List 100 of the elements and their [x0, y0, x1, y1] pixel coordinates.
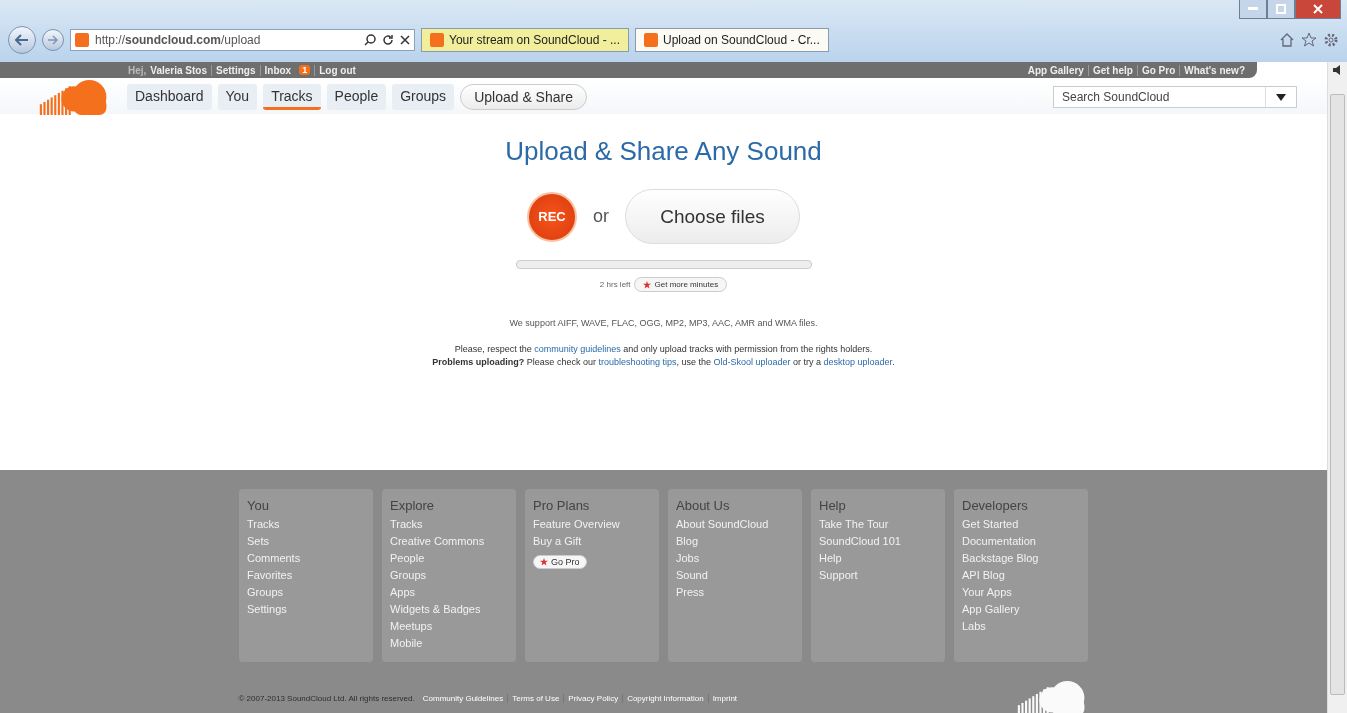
account-link[interactable]: Settings — [211, 64, 260, 76]
header-link[interactable]: Get help — [1087, 64, 1137, 76]
footer-link[interactable]: Labs — [962, 618, 986, 635]
footer-heading: Pro Plans — [533, 498, 590, 513]
inline-link[interactable]: desktop uploader — [823, 357, 893, 367]
footer-link[interactable]: API Blog — [962, 567, 1005, 584]
restore-icon — [1276, 4, 1286, 14]
footer-link[interactable]: Jobs — [676, 550, 700, 567]
footer-link[interactable]: SoundCloud 101 — [819, 533, 901, 550]
footer-link[interactable]: Buy a Gift — [533, 533, 582, 550]
footer-link[interactable]: Documentation — [962, 533, 1036, 550]
nav-tab[interactable]: People — [326, 84, 387, 110]
browser-tab[interactable]: Your stream on SoundCloud - ... — [421, 28, 629, 52]
footer-link[interactable]: People — [390, 550, 425, 567]
header-link[interactable]: App Gallery — [1023, 64, 1088, 76]
address-field[interactable]: http://soundcloud.com/upload — [70, 29, 415, 51]
legal-link[interactable]: Copyright Information — [622, 693, 708, 703]
header-link[interactable]: Go Pro — [1136, 64, 1180, 76]
footer-link[interactable]: Favorites — [247, 567, 293, 584]
info-paragraph: Please, respect the community guidelines and only upload tracks with permission from the rights holders. — [454, 344, 873, 354]
home-icon[interactable] — [1279, 32, 1295, 48]
footer-heading: You — [247, 498, 269, 513]
search-icon[interactable] — [364, 34, 376, 46]
footer-link[interactable]: Help — [819, 550, 842, 567]
footer-link[interactable]: Settings — [247, 601, 287, 618]
footer-heading: Explore — [390, 498, 435, 513]
footer-link[interactable]: Feature Overview — [533, 516, 620, 533]
or-text: or — [593, 206, 609, 227]
minimize-button[interactable] — [1239, 0, 1267, 19]
footer-link[interactable]: About SoundCloud — [676, 516, 769, 533]
time-left-text: 2 hrs left — [599, 280, 631, 289]
footer-link[interactable]: Tracks — [247, 516, 280, 533]
nav-tab[interactable]: Dashboard — [127, 84, 212, 110]
maximize-button[interactable] — [1267, 0, 1295, 19]
close-button[interactable] — [1295, 0, 1341, 19]
scrollbar[interactable] — [1327, 62, 1347, 713]
back-button[interactable] — [8, 26, 36, 54]
star-icon — [540, 558, 548, 566]
close-icon — [1313, 4, 1323, 14]
header-link[interactable]: What's new? — [1179, 64, 1249, 76]
forward-button[interactable] — [42, 29, 64, 51]
legal-link[interactable]: Privacy Policy — [563, 693, 623, 703]
footer-link[interactable]: Mobile — [390, 635, 423, 652]
footer-link[interactable]: Apps — [390, 584, 416, 601]
footer-link[interactable]: Blog — [676, 533, 699, 550]
info-paragraph: Problems uploading? Please check our troubleshooting tips, use the Old-Skool uploader or try a desktop uploader. — [432, 357, 895, 367]
footer-link[interactable]: Your Apps — [962, 584, 1012, 601]
footer-heading: Help — [819, 498, 846, 513]
nav-tab[interactable]: Groups — [392, 84, 455, 110]
go-pro-button[interactable]: Go Pro — [533, 555, 587, 569]
footer-link[interactable]: Press — [676, 584, 705, 601]
footer-link[interactable]: Groups — [247, 584, 284, 601]
footer-link[interactable]: App Gallery — [962, 601, 1020, 618]
footer-link[interactable]: Widgets & Badges — [390, 601, 481, 618]
nav-tab[interactable]: You — [217, 84, 258, 110]
record-button[interactable]: REC — [527, 191, 577, 242]
inline-link[interactable]: community guidelines — [534, 344, 621, 354]
footer-link[interactable]: Groups — [390, 567, 427, 584]
get-more-minutes-button[interactable]: Get more minutes — [633, 277, 728, 292]
footer-link[interactable]: Get Started — [962, 516, 1019, 533]
upload-share-button[interactable]: Upload & Share — [460, 84, 587, 110]
logout-link[interactable]: Log out — [314, 64, 360, 76]
footer-link[interactable]: Meetups — [390, 618, 433, 635]
inbox-count-badge: 1 — [299, 65, 311, 75]
footer-heading: Developers — [962, 498, 1028, 513]
legal-link[interactable]: Community Guidelines — [418, 693, 508, 703]
star-icon — [642, 280, 651, 289]
page-title: Upload & Share Any Sound — [505, 136, 822, 167]
choose-files-button[interactable]: Choose files — [625, 189, 800, 244]
greeting-text: Hej, — [127, 64, 148, 76]
back-arrow-icon — [15, 34, 29, 46]
address-text: http://soundcloud.com/upload — [95, 33, 262, 47]
footer-link[interactable]: Sets — [247, 533, 269, 550]
legal-link[interactable]: Imprint — [707, 693, 742, 703]
search-field[interactable]: Search SoundCloud — [1053, 86, 1297, 108]
user-link[interactable]: Valeria Stos — [150, 64, 212, 76]
search-placeholder: Search SoundCloud — [1061, 90, 1171, 104]
footer-link[interactable]: Take The Tour — [819, 516, 889, 533]
footer-heading: About Us — [676, 498, 730, 513]
footer-link[interactable]: Creative Commons — [390, 533, 485, 550]
stop-icon[interactable] — [400, 35, 410, 45]
footer-link[interactable]: Tracks — [390, 516, 423, 533]
supported-formats-text: We support AIFF, WAVE, FLAC, OGG, MP2, MP3, AAC, AMR and WMA files. — [509, 318, 818, 328]
footer-link[interactable]: Sound — [676, 567, 708, 584]
refresh-icon[interactable] — [382, 34, 394, 46]
inline-link[interactable]: Old-Skool uploader — [713, 357, 791, 367]
minimize-icon — [1248, 7, 1258, 11]
browser-tab[interactable]: Upload on SoundCloud - Cr... — [635, 28, 829, 52]
legal-link[interactable]: Terms of Use — [507, 693, 564, 703]
footer-link[interactable]: Support — [819, 567, 858, 584]
copyright-text: © 2007-2013 SoundCloud Ltd. All rights reserved. — [238, 693, 415, 703]
forward-arrow-icon — [48, 35, 58, 45]
site-favicon-icon — [75, 33, 89, 47]
dropdown-triangle-icon — [1276, 93, 1286, 101]
settings-icon[interactable] — [1323, 32, 1339, 48]
favorites-star-icon[interactable] — [1301, 32, 1317, 48]
account-link[interactable]: Inbox — [259, 64, 296, 76]
footer-link[interactable]: Comments — [247, 550, 301, 567]
nav-tab[interactable]: Tracks — [263, 84, 321, 110]
footer-link[interactable]: Backstage Blog — [962, 550, 1039, 567]
